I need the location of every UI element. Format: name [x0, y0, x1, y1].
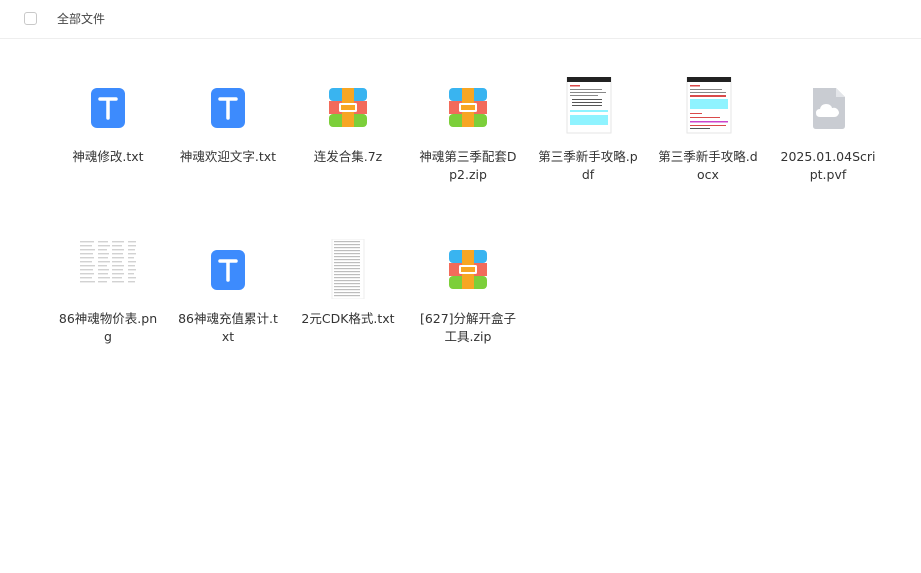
file-name: 86神魂充值累计.txt	[178, 311, 278, 344]
file-item[interactable]: 连发合集.7z	[298, 83, 398, 233]
file-name: 2025.01.04Script.pvf	[780, 149, 876, 182]
file-item[interactable]: 第三季新手攻略.docx	[658, 77, 758, 233]
cloud-file-icon	[803, 83, 853, 143]
file-item[interactable]: 第三季新手攻略.pdf	[538, 77, 638, 233]
file-item[interactable]: 神魂欢迎文字.txt	[178, 83, 278, 233]
file-item[interactable]: 86神魂物价表.png	[58, 239, 158, 395]
breadcrumb[interactable]: 全部文件	[57, 11, 105, 27]
toolbar: 全部文件	[0, 0, 921, 39]
file-name: 连发合集.7z	[313, 149, 383, 164]
file-item[interactable]: 神魂第三季配套Dp2.zip	[418, 83, 518, 233]
file-name: 第三季新手攻略.pdf	[538, 149, 638, 182]
file-name: 2元CDK格式.txt	[301, 311, 395, 326]
image-thumbnail	[78, 239, 138, 305]
txt-file-icon	[203, 83, 253, 143]
file-item[interactable]: 2025.01.04Script.pvf	[778, 83, 878, 233]
file-item[interactable]: 86神魂充值累计.txt	[178, 245, 278, 395]
file-name: 第三季新手攻略.docx	[658, 149, 758, 182]
txt-thumbnail	[323, 239, 373, 305]
docx-thumbnail	[683, 77, 733, 143]
file-item[interactable]: 2元CDK格式.txt	[298, 239, 398, 395]
file-item[interactable]: [627]分解开盒子工具.zip	[418, 245, 518, 395]
select-all-checkbox[interactable]	[24, 12, 37, 25]
file-name: 神魂第三季配套Dp2.zip	[419, 149, 517, 182]
txt-file-icon	[83, 83, 133, 143]
file-name: 86神魂物价表.png	[58, 311, 158, 344]
file-name: [627]分解开盒子工具.zip	[419, 311, 517, 344]
pdf-thumbnail	[563, 77, 613, 143]
archive-file-icon	[443, 83, 493, 143]
file-name: 神魂修改.txt	[72, 149, 144, 164]
archive-file-icon	[323, 83, 373, 143]
txt-file-icon	[203, 245, 253, 305]
archive-file-icon	[443, 245, 493, 305]
file-name: 神魂欢迎文字.txt	[179, 149, 277, 164]
file-item[interactable]: 神魂修改.txt	[58, 83, 158, 233]
